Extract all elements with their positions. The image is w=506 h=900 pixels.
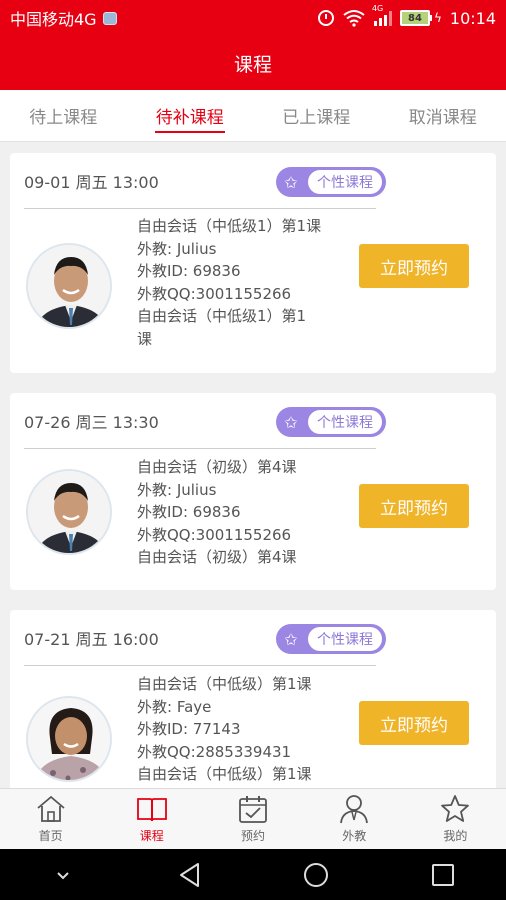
tab-makeup[interactable]: 待补课程 xyxy=(127,90,254,141)
nav-courses-label: 课程 xyxy=(139,829,164,843)
course-details: 自由会话（中低级1）第1课 外教: Julius 外教ID: 69836 外教Q… xyxy=(137,215,337,350)
tab-completed[interactable]: 已上课程 xyxy=(253,90,380,141)
course-name: 自由会话（中低级）第1课 xyxy=(137,675,312,693)
title-bar: 课程 xyxy=(0,36,506,90)
teacher-name: 外教: Faye xyxy=(137,697,212,716)
battery-level: 84 xyxy=(408,12,422,24)
course-description: 自由会话（中低级）第1课 xyxy=(137,765,312,783)
battery-icon: 84 ϟ xyxy=(399,10,442,26)
teacher-icon xyxy=(340,795,369,824)
teacher-id: 外教ID: 69836 xyxy=(137,262,241,280)
course-description-cont: 课 xyxy=(137,329,153,348)
book-now-button[interactable]: 立即预约 xyxy=(359,701,469,745)
notification-app-icon xyxy=(102,11,117,25)
teacher-avatar xyxy=(26,696,112,782)
course-card: 09-01 周五 13:00 ✩ 个性课程 自由会话（中低级1）第1课 外教: … xyxy=(10,153,496,373)
course-card: 07-21 周五 16:00 ✩ 个性课程 自由会话（中低级）第1课 外教: F… xyxy=(10,610,496,788)
nav-mine-label: 我的 xyxy=(443,829,468,843)
teacher-qq: 外教QQ:2885339431 xyxy=(137,742,292,761)
tab-cancelled[interactable]: 取消课程 xyxy=(380,90,506,141)
alarm-icon xyxy=(317,10,334,26)
book-icon xyxy=(136,798,167,822)
carrier-group: 中国移动4G xyxy=(10,6,117,30)
card-header: 09-01 周五 13:00 ✩ 个性课程 xyxy=(24,153,386,209)
card-header: 07-21 周五 16:00 ✩ 个性课程 xyxy=(24,610,386,666)
nav-teachers[interactable]: 外教 xyxy=(304,789,405,849)
nav-mine[interactable]: 我的 xyxy=(405,789,506,849)
course-datetime: 07-21 周五 16:00 xyxy=(24,629,159,649)
chevron-down-icon xyxy=(57,871,69,879)
course-type-badge: ✩ 个性课程 xyxy=(276,167,386,197)
teacher-avatar xyxy=(26,243,112,329)
home-icon xyxy=(37,795,65,822)
recents-square-icon xyxy=(431,863,454,886)
wifi-icon xyxy=(343,10,365,27)
clock: 10:14 xyxy=(449,8,496,28)
calendar-check-icon xyxy=(239,796,267,823)
course-card: 07-26 周三 13:30 ✩ 个性课程 自由会话（初级）第4课 外教: Ju… xyxy=(10,393,496,590)
course-name: 自由会话（中低级1）第1课 xyxy=(137,217,322,235)
teacher-name: 外教: Julius xyxy=(137,480,217,499)
home-button[interactable] xyxy=(296,855,336,895)
course-list[interactable]: 09-01 周五 13:00 ✩ 个性课程 自由会话（中低级1）第1课 外教: … xyxy=(0,143,506,788)
tab-bar: 待上课程 待补课程 已上课程 取消课程 xyxy=(0,90,506,142)
star-icon xyxy=(441,795,470,822)
book-now-button[interactable]: 立即预约 xyxy=(359,484,469,528)
recents-button[interactable] xyxy=(423,855,463,895)
course-datetime: 07-26 周三 13:30 xyxy=(24,412,159,432)
home-circle-icon xyxy=(304,862,329,887)
system-nav-bar xyxy=(0,849,506,900)
cell-signal-icon: 4G xyxy=(372,4,392,26)
tab-upcoming[interactable]: 待上课程 xyxy=(0,90,127,141)
book-now-button[interactable]: 立即预约 xyxy=(359,244,469,288)
charging-icon: ϟ xyxy=(433,11,442,25)
network-tag: 4G xyxy=(371,4,384,13)
status-right: 4G 84 ϟ 10:14 xyxy=(317,4,496,28)
teacher-qq: 外教QQ:3001155266 xyxy=(137,284,292,303)
carrier-text: 中国移动4G xyxy=(10,10,97,29)
sparkle-star-icon: ✩ xyxy=(284,412,298,432)
course-type-badge: ✩ 个性课程 xyxy=(276,407,386,437)
status-bar: 中国移动4G 4G 84 ϟ 10:14 xyxy=(0,0,506,36)
nav-home[interactable]: 首页 xyxy=(0,789,101,849)
teacher-qq: 外教QQ:3001155266 xyxy=(137,525,292,544)
hide-keyboard-button[interactable] xyxy=(43,855,83,895)
course-type-badge: ✩ 个性课程 xyxy=(276,624,386,654)
course-datetime: 09-01 周五 13:00 xyxy=(24,172,159,192)
nav-booking[interactable]: 预约 xyxy=(202,789,303,849)
teacher-id: 外教ID: 69836 xyxy=(137,503,241,521)
course-details: 自由会话（中低级）第1课 外教: Faye 外教ID: 77143 外教QQ:2… xyxy=(137,673,337,786)
course-description: 自由会话（中低级1）第1 xyxy=(137,307,307,325)
page-title: 课程 xyxy=(233,53,272,76)
course-description: 自由会话（初级）第4课 xyxy=(137,548,297,566)
back-triangle-icon xyxy=(179,862,199,887)
sparkle-star-icon: ✩ xyxy=(284,172,298,192)
badge-label: 个性课程 xyxy=(308,627,382,651)
card-header: 07-26 周三 13:30 ✩ 个性课程 xyxy=(24,393,386,449)
nav-booking-label: 预约 xyxy=(241,829,266,843)
back-button[interactable] xyxy=(170,855,210,895)
teacher-name: 外教: Julius xyxy=(137,239,217,258)
nav-teachers-label: 外教 xyxy=(342,829,367,843)
badge-label: 个性课程 xyxy=(308,410,382,434)
course-details: 自由会话（初级）第4课 外教: Julius 外教ID: 69836 外教QQ:… xyxy=(137,456,337,569)
nav-home-label: 首页 xyxy=(38,829,63,843)
nav-courses[interactable]: 课程 xyxy=(101,789,202,849)
teacher-avatar xyxy=(26,469,112,555)
badge-label: 个性课程 xyxy=(308,170,382,194)
teacher-id: 外教ID: 77143 xyxy=(137,720,241,738)
course-name: 自由会话（初级）第4课 xyxy=(137,458,297,476)
bottom-nav: 首页 课程 预约 外教 我的 xyxy=(0,788,506,849)
sparkle-star-icon: ✩ xyxy=(284,629,298,649)
